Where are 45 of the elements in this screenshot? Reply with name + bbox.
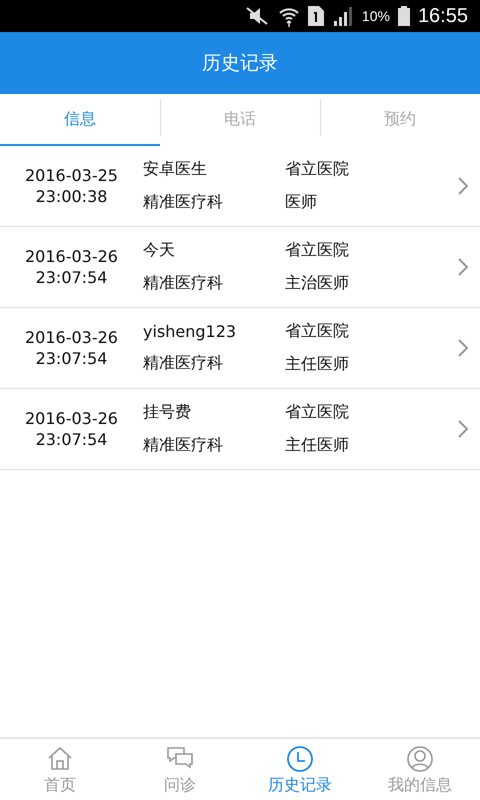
chevron-right-icon (458, 177, 468, 195)
department: 精准医疗科 (143, 273, 224, 294)
doctor-title: 主任医师 (285, 354, 350, 375)
chevron-right-icon (458, 420, 468, 438)
doctor-title: 主任医师 (285, 435, 350, 456)
department: 精准医疗科 (143, 353, 224, 374)
nav-item[interactable]: 问诊 (120, 739, 240, 800)
hospital: 省立医院 (285, 321, 350, 342)
hospital: 省立医院 (285, 402, 350, 423)
doctor-name: yisheng123 (143, 322, 238, 341)
battery-percent: 10% (362, 8, 390, 24)
record-date: 2016-03-26 (25, 328, 118, 347)
department: 精准医疗科 (143, 192, 224, 213)
record-time: 23:07:54 (36, 349, 108, 368)
doctor-name: 安卓医生 (143, 159, 208, 180)
record-time: 23:00:38 (36, 187, 108, 206)
doctor-title: 医师 (285, 192, 318, 213)
mute-icon (244, 6, 270, 26)
record-date: 2016-03-26 (25, 409, 118, 428)
user-icon (405, 744, 435, 774)
nav-item[interactable]: 首页 (0, 739, 120, 800)
chevron-right-icon (458, 258, 468, 276)
department: 精准医疗科 (143, 435, 224, 456)
record-time: 23:07:54 (36, 268, 108, 287)
hospital: 省立医院 (285, 159, 350, 180)
chevron-right-icon (458, 339, 468, 357)
clock-time: 16:55 (418, 4, 468, 28)
record-date: 2016-03-25 (25, 166, 118, 185)
record-row[interactable]: 2016-03-25 23:00:38 安卓医生 精准医疗科 省立医院 医师 (0, 146, 480, 227)
battery-icon (398, 6, 410, 26)
signal-icon (332, 6, 354, 26)
sim-icon (308, 6, 324, 26)
page-title: 历史记录 (202, 51, 278, 76)
record-time: 23:07:54 (36, 430, 108, 449)
nav-item[interactable]: 我的信息 (360, 739, 480, 800)
record-row[interactable]: 2016-03-26 23:07:54 今天 精准医疗科 省立医院 主治医师 (0, 227, 480, 308)
doctor-title: 主治医师 (285, 273, 350, 294)
nav-item[interactable]: 历史记录 (240, 739, 360, 800)
record-row[interactable]: 2016-03-26 23:07:54 yisheng123 精准医疗科 省立医院 主任医师 (0, 308, 480, 389)
hospital: 省立医院 (285, 240, 350, 261)
record-row[interactable]: 2016-03-26 23:07:54 挂号费 精准医疗科 省立医院 主任医师 (0, 389, 480, 470)
doctor-name: 今天 (143, 240, 176, 261)
doctor-name: 挂号费 (143, 402, 192, 423)
record-date: 2016-03-26 (25, 247, 118, 266)
clock-icon (285, 744, 315, 774)
